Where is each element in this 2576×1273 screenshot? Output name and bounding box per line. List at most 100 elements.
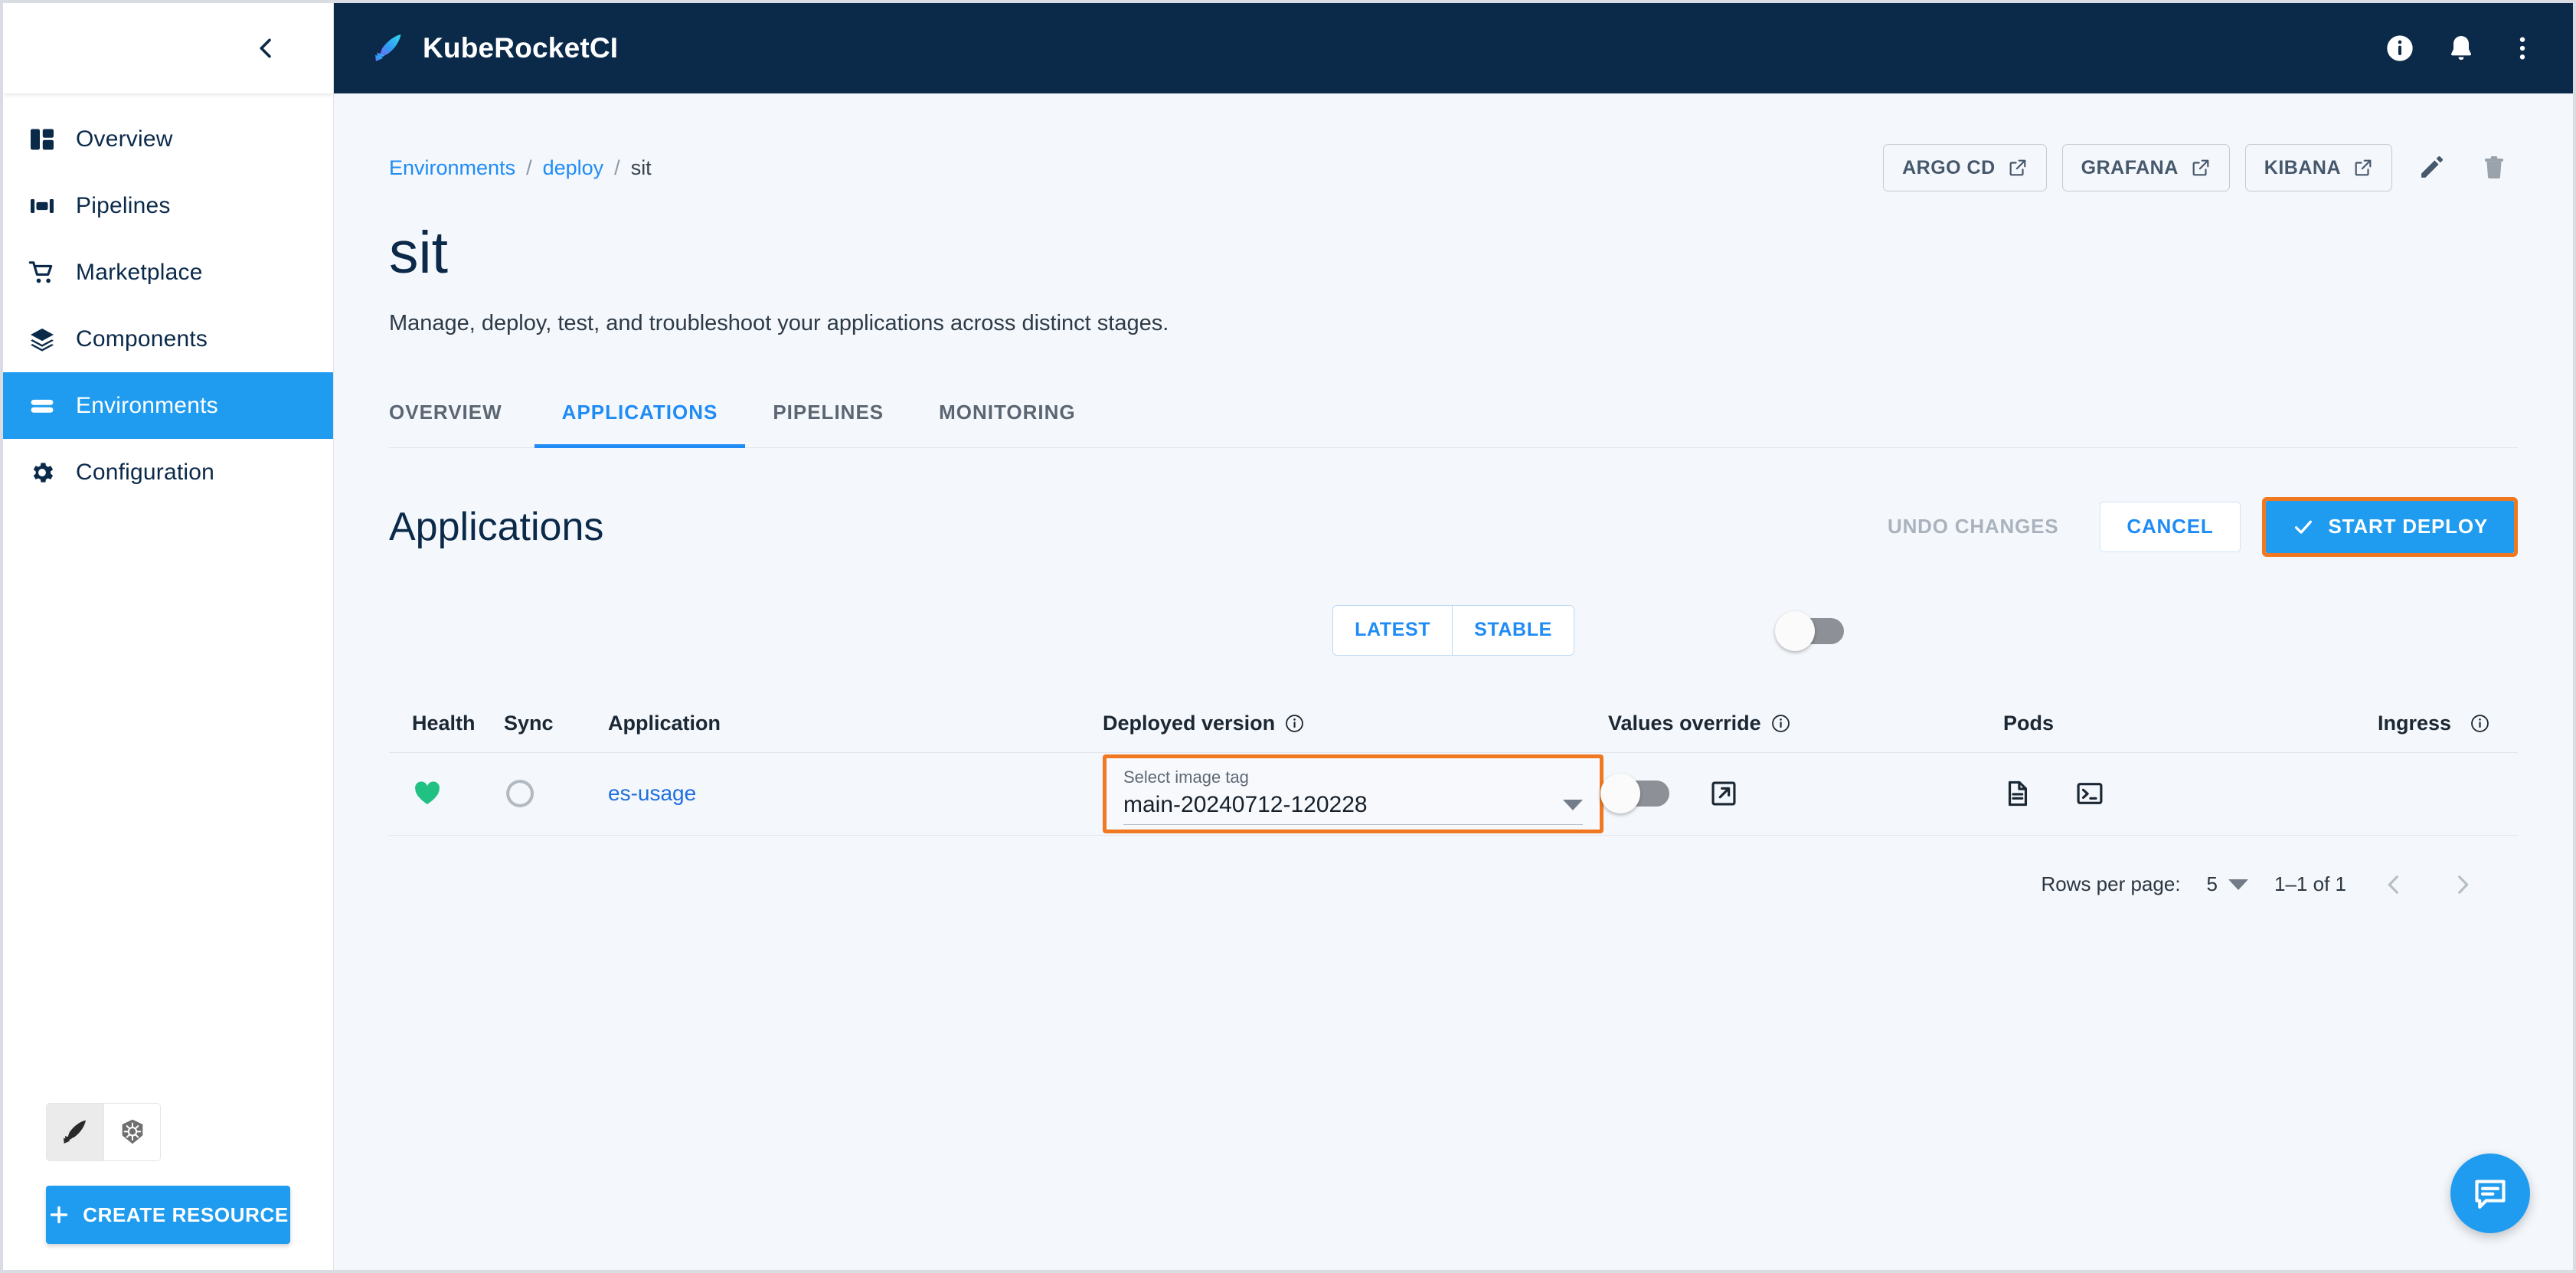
argo-cd-button[interactable]: ARGO CD [1883, 144, 2047, 191]
start-deploy-button[interactable]: START DEPLOY [2265, 500, 2514, 553]
breadcrumb-item-deploy[interactable]: deploy [543, 156, 604, 180]
edit-environment-button[interactable] [2408, 144, 2455, 191]
chevron-down-icon [2228, 879, 2249, 890]
cell-values-override [1600, 774, 2003, 814]
column-header-ingress: Ingress [2294, 712, 2518, 735]
tab-pipelines[interactable]: PIPELINES [745, 401, 911, 448]
tab-overview[interactable]: OVERVIEW [389, 401, 530, 448]
column-header-ingress-label: Ingress [2377, 711, 2451, 735]
content-container: Environments / deploy / sit ARGO CD GRAF… [334, 93, 2573, 906]
column-header-values-override-label: Values override [1608, 711, 1761, 735]
sidebar-item-configuration[interactable]: Configuration [3, 439, 333, 506]
main-content: Environments / deploy / sit ARGO CD GRAF… [334, 93, 2573, 1270]
sidebar-nav: Overview Pipelines Marketplace Component… [3, 93, 333, 506]
cancel-button[interactable]: CANCEL [2100, 501, 2241, 552]
previous-page-button[interactable] [2372, 863, 2415, 906]
tab-monitoring[interactable]: MONITORING [911, 401, 1103, 448]
gear-icon [28, 459, 76, 486]
column-header-deployed-version: Deployed version [1103, 712, 1608, 735]
sidebar-item-components[interactable]: Components [3, 306, 333, 372]
cart-icon [28, 259, 76, 286]
breadcrumb-item-environments[interactable]: Environments [389, 156, 515, 180]
column-header-deployed-version-label: Deployed version [1103, 711, 1276, 735]
filter-latest-button[interactable]: LATEST [1333, 605, 1453, 655]
external-link-icon [2009, 159, 2026, 176]
pagination-range: 1–1 of 1 [2274, 872, 2346, 896]
breadcrumb-item-current: sit [630, 155, 652, 179]
breadcrumb-row: Environments / deploy / sit ARGO CD GRAF… [389, 144, 2518, 191]
sidebar-item-marketplace[interactable]: Marketplace [3, 239, 333, 306]
argo-cd-label: ARGO CD [1902, 156, 1996, 178]
pod-terminal-button[interactable] [2075, 779, 2104, 808]
version-filter-group: LATEST STABLE [1332, 604, 1574, 656]
column-header-application: Application [608, 711, 721, 735]
pod-logs-button[interactable] [2003, 779, 2032, 808]
cell-health [389, 778, 504, 809]
sidebar-item-label: Pipelines [76, 192, 171, 218]
chevron-down-icon [1563, 799, 1583, 810]
sidebar-item-pipelines[interactable]: Pipelines [3, 172, 333, 239]
sidebar-header [3, 3, 333, 93]
column-header-pods: Pods [2003, 711, 2055, 735]
bell-icon[interactable] [2446, 33, 2476, 64]
pagination: Rows per page: 5 1–1 of 1 [389, 836, 2518, 906]
applications-table: Health Sync Application Deployed version… [389, 695, 2518, 906]
environments-icon [28, 392, 76, 420]
pipelines-icon [28, 192, 76, 220]
image-tag-select-label: Select image tag [1123, 767, 1249, 787]
chevron-left-icon [260, 38, 271, 58]
image-tag-select[interactable]: Select image tag main-20240712-120228 [1103, 754, 1603, 833]
application-window: Overview Pipelines Marketplace Component… [0, 0, 2576, 1273]
chevron-right-icon [2458, 875, 2469, 894]
terminal-icon [2077, 783, 2103, 805]
rows-per-page-label: Rows per page: [2041, 872, 2181, 896]
rows-per-page-select[interactable]: 5 [2207, 872, 2249, 896]
check-icon [2294, 520, 2312, 534]
sidebar-footer: CREATE RESOURCE [3, 1103, 333, 1270]
sidebar-item-overview[interactable]: Overview [3, 106, 333, 172]
filter-row: LATEST STABLE [389, 601, 2518, 659]
brand[interactable]: KubeRocketCI [371, 31, 618, 66]
more-vertical-icon[interactable] [2507, 33, 2538, 64]
delete-environment-button[interactable] [2470, 144, 2518, 191]
pencil-icon [2421, 156, 2443, 178]
image-tag-select-value-row: main-20240712-120228 [1123, 792, 1583, 825]
values-override-toggle[interactable] [1600, 774, 1669, 814]
cluster-mode-switch [46, 1103, 161, 1161]
values-override-external-link-button[interactable] [1709, 779, 1738, 808]
chat-fab-button[interactable] [2450, 1154, 2530, 1233]
application-link[interactable]: es-usage [608, 781, 696, 806]
page-title: sit [389, 220, 448, 286]
sync-ring-icon[interactable] [504, 777, 536, 810]
info-circle-icon[interactable] [2385, 33, 2415, 64]
collapse-sidebar-button[interactable] [243, 25, 289, 71]
info-icon[interactable] [2470, 713, 2490, 734]
sidebar-item-label: Configuration [76, 459, 215, 485]
toggle-knob [1600, 774, 1640, 814]
external-link-icon [2355, 159, 2372, 176]
sidebar-item-label: Components [76, 326, 208, 352]
chat-bubble-icon [2475, 1180, 2506, 1209]
create-resource-label: CREATE RESOURCE [83, 1203, 289, 1226]
next-page-button[interactable] [2441, 863, 2484, 906]
mode-button-kubernetes[interactable] [103, 1104, 160, 1160]
grafana-button[interactable]: GRAFANA [2061, 144, 2230, 191]
filter-toggle-switch[interactable] [1775, 610, 1844, 651]
kibana-button[interactable]: KIBANA [2244, 144, 2392, 191]
info-icon[interactable] [1284, 713, 1305, 734]
filter-stable-button[interactable]: STABLE [1452, 605, 1574, 655]
sidebar-item-environments[interactable]: Environments [3, 372, 333, 439]
breadcrumb: Environments / deploy / sit [389, 156, 652, 180]
create-resource-button[interactable]: CREATE RESOURCE [46, 1186, 290, 1244]
table-row: es-usage Select image tag main-20240712-… [389, 753, 2518, 836]
info-icon[interactable] [1770, 713, 1791, 734]
heart-icon[interactable] [412, 778, 443, 809]
kuberocketci-icon [64, 1120, 86, 1144]
page-description: Manage, deploy, test, and troubleshoot y… [389, 310, 1169, 335]
tab-applications[interactable]: APPLICATIONS [534, 401, 746, 448]
external-link-icon [2192, 159, 2209, 176]
undo-changes-button[interactable]: UNDO CHANGES [1868, 502, 2078, 552]
image-tag-select-value: main-20240712-120228 [1123, 791, 1368, 817]
mode-button-kuberocketci[interactable] [47, 1104, 103, 1160]
applications-title: Applications [389, 504, 604, 549]
